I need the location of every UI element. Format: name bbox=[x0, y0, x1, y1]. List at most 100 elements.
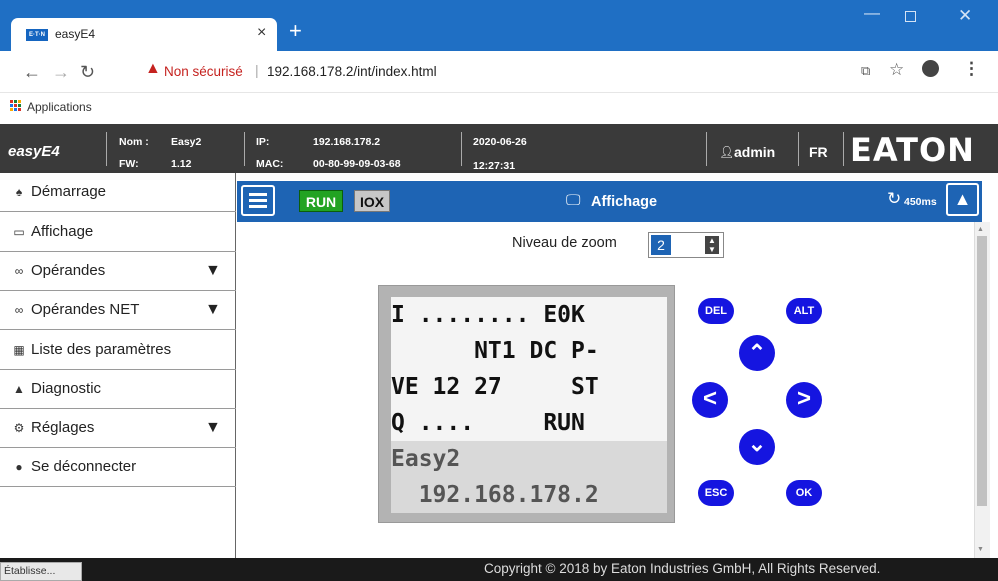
arrow-down-icon[interactable]: ⌄ bbox=[739, 429, 775, 465]
list-icon: ▦ bbox=[13, 343, 25, 357]
link-icon: ∞ bbox=[14, 303, 24, 317]
tab-close-icon[interactable]: × bbox=[257, 24, 266, 42]
sidebar-item-affichage[interactable]: ▭ Affichage bbox=[0, 213, 236, 252]
home-icon: ♠ bbox=[15, 185, 23, 199]
warning-icon: ▲ bbox=[13, 382, 25, 396]
scroll-top-button[interactable]: ▲ bbox=[946, 183, 979, 216]
fw-label: FW: bbox=[119, 158, 139, 170]
ip-label: IP: bbox=[256, 136, 270, 148]
user-name[interactable]: admin bbox=[734, 144, 775, 160]
sidebar-item-reglages[interactable]: ⚙ Réglages ▼ bbox=[0, 409, 236, 448]
caret-down-icon: ▼ bbox=[205, 419, 221, 436]
fw-value: 1.12 bbox=[171, 158, 192, 170]
url-field[interactable]: 192.168.178.2/int/index.html bbox=[267, 64, 437, 79]
sidebar-item-label: Liste des paramètres bbox=[31, 341, 172, 358]
lcd-row: Easy2 bbox=[391, 441, 667, 477]
arrow-left-icon[interactable]: < bbox=[692, 382, 728, 418]
reload-icon[interactable]: ↻ bbox=[80, 62, 95, 83]
header-divider bbox=[244, 132, 245, 166]
sidebar-item-diagnostic[interactable]: ▲ Diagnostic bbox=[0, 370, 236, 409]
toolbar-title: Affichage bbox=[591, 194, 658, 210]
eaton-logo: EATON bbox=[850, 131, 975, 169]
header-divider bbox=[106, 132, 107, 166]
scroll-down-icon[interactable]: ▼ bbox=[977, 546, 984, 553]
scroll-up-icon[interactable]: ▲ bbox=[977, 226, 984, 233]
tab-favicon-icon: E·T·N bbox=[26, 29, 48, 41]
security-status[interactable]: Non sécurisé bbox=[164, 64, 243, 79]
sidebar-item-label: Réglages bbox=[31, 419, 95, 436]
lcd-row: Q .... RUN bbox=[391, 405, 667, 441]
browser-tab[interactable]: E·T·N easyE4 × bbox=[11, 18, 277, 51]
sidebar-item-label: Diagnostic bbox=[31, 380, 102, 397]
sidebar-item-label: Affichage bbox=[31, 223, 94, 240]
sidebar-item-label: Opérandes NET bbox=[31, 301, 140, 318]
language-selector[interactable]: FR bbox=[809, 144, 828, 160]
sidebar-item-demarrage[interactable]: ♠ Démarrage bbox=[0, 173, 236, 212]
link-icon: ∞ bbox=[14, 264, 24, 278]
product-name: easyE4 bbox=[8, 143, 60, 160]
maximize-icon[interactable] bbox=[905, 11, 916, 22]
sidebar-item-parametres[interactable]: ▦ Liste des paramètres bbox=[0, 331, 236, 370]
sidebar-item-label: Démarrage bbox=[31, 183, 107, 200]
time-value: 12:27:31 bbox=[473, 160, 516, 172]
mac-value: 00-80-99-09-03-68 bbox=[313, 158, 401, 170]
header-divider bbox=[461, 132, 462, 166]
lcd-row: 192.168.178.2 bbox=[391, 477, 667, 513]
sidebar-item-operandes[interactable]: ∞ Opérandes ▼ bbox=[0, 252, 236, 291]
spinner-icon[interactable]: ▲ ▼ bbox=[705, 236, 719, 254]
sidebar-item-label: Se déconnecter bbox=[31, 458, 137, 475]
hamburger-menu-button[interactable] bbox=[241, 185, 275, 216]
sidebar-item-operandes-net[interactable]: ∞ Opérandes NET ▼ bbox=[0, 291, 236, 330]
date-value: 2020-06-26 bbox=[473, 136, 527, 148]
profile-icon[interactable] bbox=[922, 60, 939, 77]
ip-value: 192.168.178.2 bbox=[313, 136, 381, 148]
sidebar-item-label: Opérandes bbox=[31, 262, 106, 279]
user-icon: ● bbox=[15, 460, 23, 474]
arrow-up-icon[interactable]: ⌃ bbox=[739, 335, 775, 371]
sidebar-nav: ♠ Démarrage ▭ Affichage ∞ Opérandes ▼ ∞ … bbox=[0, 173, 236, 563]
iox-button[interactable]: IOX bbox=[354, 190, 390, 212]
refresh-icon[interactable]: ↻ bbox=[887, 189, 901, 209]
url-separator: | bbox=[255, 62, 259, 78]
caret-down-icon: ▼ bbox=[205, 262, 221, 279]
monitor-icon: ▭ bbox=[13, 225, 25, 239]
lcd-row: VE 12 27 ST bbox=[391, 369, 667, 405]
bookmark-apps[interactable]: Applications bbox=[27, 100, 92, 114]
tab-title: easyE4 bbox=[55, 27, 96, 41]
forward-arrow-icon[interactable]: → bbox=[52, 62, 70, 83]
lcd-row: NT1 DC P- bbox=[391, 333, 667, 369]
back-arrow-icon[interactable]: ← bbox=[23, 62, 41, 83]
caret-down-icon: ▼ bbox=[205, 301, 221, 318]
refresh-interval[interactable]: 450ms bbox=[904, 196, 937, 208]
header-divider bbox=[798, 132, 799, 166]
zoom-label: Niveau de zoom bbox=[512, 235, 617, 251]
user-icon: 👤︎ bbox=[719, 145, 735, 159]
del-key-button[interactable]: DEL bbox=[698, 298, 734, 324]
zoom-value: 2 bbox=[651, 235, 671, 255]
header-divider bbox=[843, 132, 844, 166]
star-icon[interactable]: ☆ bbox=[889, 60, 904, 80]
scrollbar-thumb[interactable] bbox=[977, 236, 987, 506]
ok-key-button[interactable]: OK bbox=[786, 480, 822, 506]
run-status-button[interactable]: RUN bbox=[299, 190, 343, 212]
bookmark-bar bbox=[0, 93, 998, 124]
esc-key-button[interactable]: ESC bbox=[698, 480, 734, 506]
copyright-text: Copyright © 2018 by Eaton Industries Gmb… bbox=[484, 561, 881, 576]
translate-icon[interactable]: ⧉ bbox=[861, 63, 870, 79]
warning-icon[interactable]: ▲ bbox=[145, 60, 161, 78]
mac-label: MAC: bbox=[256, 158, 284, 170]
header-divider bbox=[706, 132, 707, 166]
lcd-display: I ........ E0K NT1 DC P- VE 12 27 ST Q .… bbox=[391, 297, 667, 514]
minimize-icon[interactable]: — bbox=[864, 5, 880, 23]
gear-icon: ⚙ bbox=[13, 421, 25, 435]
menu-icon[interactable]: ⋮ bbox=[963, 59, 980, 79]
new-tab-button[interactable]: + bbox=[289, 19, 302, 43]
lcd-row: I ........ E0K bbox=[391, 297, 667, 333]
monitor-icon: 🖵︎ bbox=[566, 192, 581, 209]
apps-grid-icon[interactable] bbox=[10, 100, 22, 112]
arrow-right-icon[interactable]: > bbox=[786, 382, 822, 418]
alt-key-button[interactable]: ALT bbox=[786, 298, 822, 324]
zoom-select[interactable]: 2 ▲ ▼ bbox=[648, 232, 724, 258]
window-close-icon[interactable]: ✕ bbox=[958, 6, 972, 26]
sidebar-item-logout[interactable]: ● Se déconnecter bbox=[0, 448, 236, 487]
